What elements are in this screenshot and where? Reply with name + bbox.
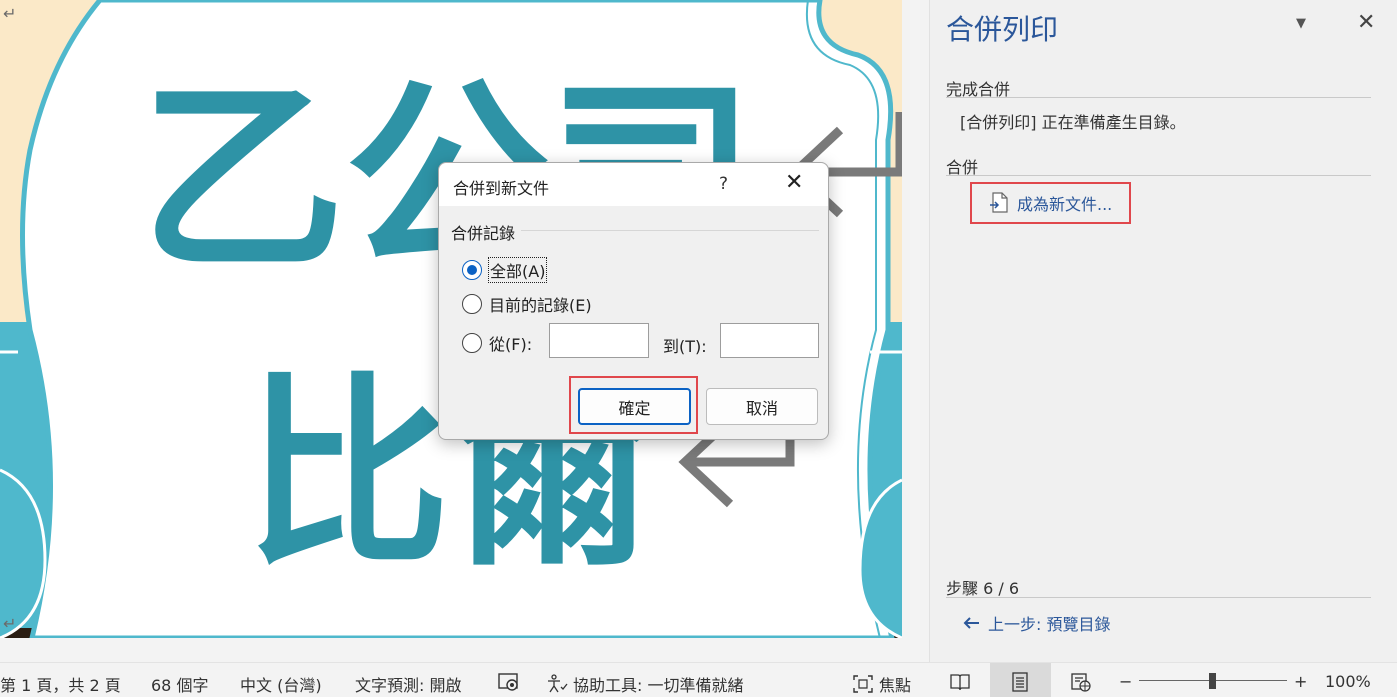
divider — [946, 175, 1371, 176]
ok-button[interactable]: 確定 — [578, 388, 691, 425]
pane-title: 合併列印 — [946, 13, 1059, 46]
step-indicator: 步驟 6 / 6 — [946, 579, 1020, 598]
radio-button[interactable] — [462, 333, 482, 353]
language-indicator[interactable]: 中文 (台灣) — [240, 672, 322, 696]
web-layout-icon[interactable] — [1070, 672, 1092, 692]
merge-to-new-document-dialog: 合併到新文件 ? ✕ 合併記錄 全部(A) 目前的記錄(E) 從(F): 到(T… — [438, 162, 829, 440]
pane-options-icon[interactable]: ▼ — [1296, 16, 1306, 31]
merge-records-group-label: 合併記錄 — [451, 224, 516, 243]
new-document-icon — [990, 192, 1008, 213]
paragraph-mark-icon: ↵ — [3, 614, 17, 633]
paragraph-mark-icon: ↵ — [3, 4, 17, 23]
focus-icon — [853, 675, 873, 693]
radio-current-record[interactable]: 目前的記錄(E) — [462, 292, 592, 316]
zoom-level[interactable]: 100% — [1325, 672, 1371, 691]
zoom-slider-thumb[interactable] — [1209, 673, 1216, 689]
zoom-in-button[interactable]: + — [1294, 672, 1307, 691]
accessibility-icon — [548, 674, 568, 693]
arrow-left-icon — [963, 617, 979, 629]
group-divider — [521, 230, 819, 231]
radio-from[interactable]: 從(F): — [462, 331, 532, 355]
print-layout-icon[interactable] — [1010, 672, 1030, 692]
vertical-scroll-area[interactable] — [902, 0, 929, 662]
radio-current-record-label: 目前的記錄(E) — [489, 296, 592, 315]
radio-from-label: 從(F): — [489, 335, 533, 354]
word-count[interactable]: 68 個字 — [151, 672, 208, 696]
close-icon[interactable]: ✕ — [1357, 10, 1375, 35]
macro-record-icon[interactable] — [498, 672, 520, 692]
accessibility-label: 協助工具: 一切準備就緒 — [573, 676, 744, 695]
from-record-input[interactable] — [549, 323, 649, 358]
status-message: [合併列印] 正在準備產生目錄。 — [960, 113, 1186, 132]
radio-all[interactable]: 全部(A) — [462, 257, 548, 283]
to-record-input[interactable] — [720, 323, 819, 358]
radio-button[interactable] — [462, 294, 482, 314]
focus-mode-button[interactable]: 焦點 — [852, 672, 911, 696]
help-icon[interactable]: ? — [719, 174, 728, 194]
radio-button[interactable] — [462, 260, 482, 280]
edit-individual-documents-link[interactable]: 成為新文件... — [970, 182, 1131, 224]
merge-link-label: 成為新文件... — [1017, 195, 1113, 214]
dialog-title: 合併到新文件 — [453, 179, 550, 198]
zoom-out-button[interactable]: − — [1119, 672, 1132, 691]
read-mode-icon[interactable] — [949, 672, 971, 692]
text-prediction-status[interactable]: 文字預測: 開啟 — [355, 672, 461, 696]
to-label: 到(T): — [663, 337, 707, 356]
radio-all-label: 全部(A) — [487, 257, 548, 283]
cancel-button[interactable]: 取消 — [706, 388, 818, 425]
divider — [946, 97, 1371, 98]
page-count[interactable]: 第 1 頁，共 2 頁 — [0, 672, 121, 696]
focus-label: 焦點 — [879, 676, 912, 695]
accessibility-status[interactable]: 協助工具: 一切準備就緒 — [546, 672, 743, 696]
close-icon[interactable]: ✕ — [785, 170, 803, 195]
status-bar: 第 1 頁，共 2 頁 68 個字 中文 (台灣) 文字預測: 開啟 協助工具:… — [0, 662, 1397, 697]
previous-step-label: 上一步: 預覽目錄 — [988, 615, 1111, 634]
mail-merge-pane: 合併列印 ▼ ✕ 完成合併 [合併列印] 正在準備產生目錄。 合併 成為新文件.… — [929, 0, 1397, 662]
previous-step-link[interactable]: 上一步: 預覽目錄 — [962, 611, 1110, 635]
divider — [946, 597, 1371, 598]
